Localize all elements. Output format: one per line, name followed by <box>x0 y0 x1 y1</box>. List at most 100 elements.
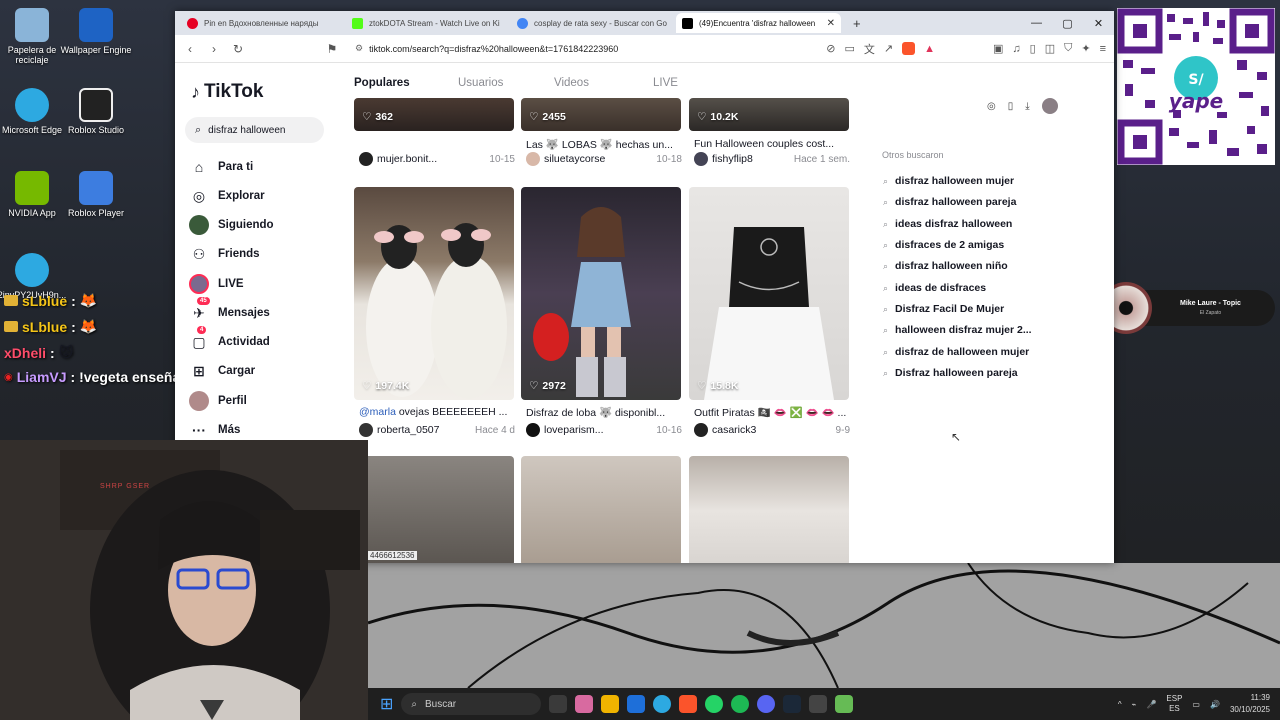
browser-tab-active[interactable]: (49)Encuentra 'disfraz halloween ✕ <box>676 13 841 33</box>
nav-explorar[interactable]: ◎ Explorar <box>189 186 265 206</box>
suggestion-item[interactable]: ⌕ disfraz halloween niño <box>883 260 1008 272</box>
suggestion-item[interactable]: ⌕ disfraz halloween pareja <box>883 196 1016 208</box>
nav-actividad[interactable]: ▢ 4 Actividad <box>189 326 270 352</box>
sidebar-icon[interactable]: ▣ <box>993 42 1003 55</box>
video-thumbnail[interactable]: ♡ 197.4K <box>354 187 514 400</box>
suggestion-item[interactable]: ⌕ disfraces de 2 amigas <box>883 239 1004 251</box>
suggestion-item[interactable]: ⌕ disfraz de halloween mujer <box>883 346 1029 358</box>
leo-icon[interactable]: ✦ <box>1081 42 1090 55</box>
discord-icon[interactable] <box>757 695 776 713</box>
video-thumbnail[interactable]: ♡ 362 <box>354 98 514 131</box>
share-icon[interactable]: ↗ <box>884 42 893 55</box>
screen-icon[interactable]: ▭ <box>844 42 854 55</box>
steam-icon[interactable] <box>783 695 802 713</box>
desktop-icon-roblox-studio[interactable]: Roblox Studio <box>56 88 136 135</box>
tab-videos[interactable]: Videos <box>554 77 653 89</box>
bookmark-icon[interactable]: ⚑ <box>325 42 339 56</box>
forward-icon[interactable]: › <box>207 42 221 56</box>
tab-live[interactable]: LIVE <box>653 77 678 89</box>
edge-icon[interactable] <box>653 695 672 713</box>
video-meta[interactable]: roberta_0507 Hace 4 d <box>359 423 519 437</box>
nav-mas[interactable]: ··· Más <box>189 420 240 440</box>
display-icon[interactable]: ▭ <box>1192 700 1200 709</box>
desktop-icon-wallpaper-engine[interactable]: Wallpaper Engine <box>56 8 136 55</box>
download-icon[interactable]: ⤓ <box>1025 101 1029 112</box>
suggestion-item[interactable]: ⌕ ideas de disfraces <box>883 282 986 294</box>
new-tab-button[interactable]: + <box>853 16 861 31</box>
profile-avatar[interactable] <box>1041 98 1058 114</box>
close-tab-icon[interactable]: ✕ <box>827 18 835 29</box>
nav-para-ti[interactable]: ⌂ Para ti <box>189 157 253 177</box>
video-meta[interactable]: fishyflip8 Hace 1 sem. <box>694 152 854 166</box>
reload-icon[interactable]: ↻ <box>231 42 245 56</box>
tab-usuarios[interactable]: Usuarios <box>458 77 554 89</box>
chevron-up-icon[interactable]: ^ <box>1118 700 1122 709</box>
windows-start-icon[interactable]: ⊞ <box>380 694 393 714</box>
browser-tab[interactable]: ztokDOTA Stream - Watch Live on Ki <box>346 13 511 33</box>
menu-icon[interactable]: ≡ <box>1100 43 1106 55</box>
url-field[interactable]: ⚙ tiktok.com/search?q=disfraz%20hallowee… <box>349 39 816 59</box>
taskbar-search[interactable]: ⌕ Buscar <box>401 693 542 715</box>
site-settings-icon[interactable]: ⚙ <box>355 43 363 54</box>
video-caption[interactable]: Outfit Piratas 🏴‍☠️ 👄 ❎ 👄 👄 ... <box>694 406 854 419</box>
maximize-icon[interactable]: ▢ <box>1052 17 1083 30</box>
network-icon[interactable]: ⌁ <box>1132 700 1137 709</box>
video-thumbnail[interactable] <box>689 456 849 563</box>
brave-icon[interactable] <box>679 695 698 713</box>
browser-tab[interactable]: cosplay de rata sexy - Buscar con Go <box>511 13 676 33</box>
video-thumbnail[interactable]: ♡ 10.2K <box>689 98 849 131</box>
nav-live[interactable]: LIVE <box>189 274 244 294</box>
nav-cargar[interactable]: ⊞ Cargar <box>189 361 255 381</box>
video-caption[interactable]: @marla ovejas BEEEEEEEH ... <box>359 406 519 418</box>
suggestion-item[interactable]: ⌕ Disfraz Facil De Mujer <box>883 303 1004 315</box>
nav-mensajes[interactable]: ✈ 45 Mensajes <box>189 297 270 323</box>
task-view-icon[interactable] <box>549 695 568 713</box>
nav-siguiendo[interactable]: Siguiendo <box>189 215 274 235</box>
nav-perfil[interactable]: Perfil <box>189 391 247 411</box>
video-thumbnail[interactable] <box>521 456 681 563</box>
video-meta[interactable]: siluetaycorse 10-18 <box>526 152 686 166</box>
video-caption[interactable]: Las 🐺 LOBAS 🐺 hechas un... <box>526 138 686 151</box>
browser-tab[interactable]: Pin en Вдохновленные наряды <box>181 13 346 33</box>
video-meta[interactable]: mujer.bonit... 10-15 <box>359 152 519 166</box>
suggestion-item[interactable]: ⌕ halloween disfraz mujer 2... <box>883 324 1032 336</box>
brave-rewards-icon[interactable]: ▲ <box>924 43 935 55</box>
vpn-icon[interactable]: ⛉ <box>1064 42 1072 55</box>
file-explorer-icon[interactable] <box>601 695 620 713</box>
volume-icon[interactable]: 🔊 <box>1210 700 1220 709</box>
obs-icon[interactable] <box>809 695 828 713</box>
suggestion-item[interactable]: ⌕ Disfraz halloween pareja <box>883 367 1018 379</box>
no-tracking-icon[interactable]: ⊘ <box>826 42 835 55</box>
copilot-icon[interactable] <box>575 695 594 713</box>
music-icon[interactable]: ♫ <box>1012 43 1020 55</box>
minimize-icon[interactable]: — <box>1021 17 1052 30</box>
desktop-icon-roblox-player[interactable]: Roblox Player <box>56 171 136 218</box>
suggestion-item[interactable]: ⌕ ideas disfraz halloween <box>883 218 1012 230</box>
video-meta[interactable]: loveparism... 10-16 <box>526 423 686 437</box>
search-input[interactable]: ⌕ disfraz halloween <box>185 117 324 143</box>
back-icon[interactable]: ‹ <box>183 42 197 56</box>
video-thumbnail[interactable] <box>354 456 514 563</box>
spotify-icon[interactable] <box>731 695 750 713</box>
reader-icon[interactable]: ▯ <box>1030 42 1036 55</box>
microphone-icon[interactable]: 🎤 <box>1146 700 1156 709</box>
clock[interactable]: 11:39 30/10/2025 <box>1230 692 1270 716</box>
brave-shield-icon[interactable] <box>902 42 916 55</box>
video-thumbnail[interactable]: ♡ 2972 <box>521 187 681 400</box>
phone-icon[interactable]: ▯ <box>1008 101 1014 112</box>
language-indicator[interactable]: ESP ES <box>1166 694 1182 714</box>
close-window-icon[interactable]: ✕ <box>1083 17 1114 30</box>
suggestion-item[interactable]: ⌕ disfraz halloween mujer <box>883 175 1014 187</box>
nav-friends[interactable]: ⚇ Friends <box>189 244 260 264</box>
tiktok-logo[interactable]: ♪ TikTok <box>191 81 263 103</box>
whatsapp-icon[interactable] <box>705 695 724 713</box>
wallet-icon[interactable]: ◫ <box>1045 42 1055 55</box>
video-caption[interactable]: Disfraz de loba 🐺 disponibl... <box>526 406 686 419</box>
translate-icon[interactable]: 文 <box>864 41 875 57</box>
app-icon[interactable] <box>835 695 854 713</box>
video-thumbnail[interactable]: ♡ 2455 <box>521 98 681 131</box>
store-icon[interactable] <box>627 695 646 713</box>
video-caption[interactable]: Fun Halloween couples cost... <box>694 138 854 150</box>
compass-icon[interactable]: ◎ <box>987 101 996 112</box>
video-thumbnail[interactable]: ♡ 15.8K <box>689 187 849 400</box>
